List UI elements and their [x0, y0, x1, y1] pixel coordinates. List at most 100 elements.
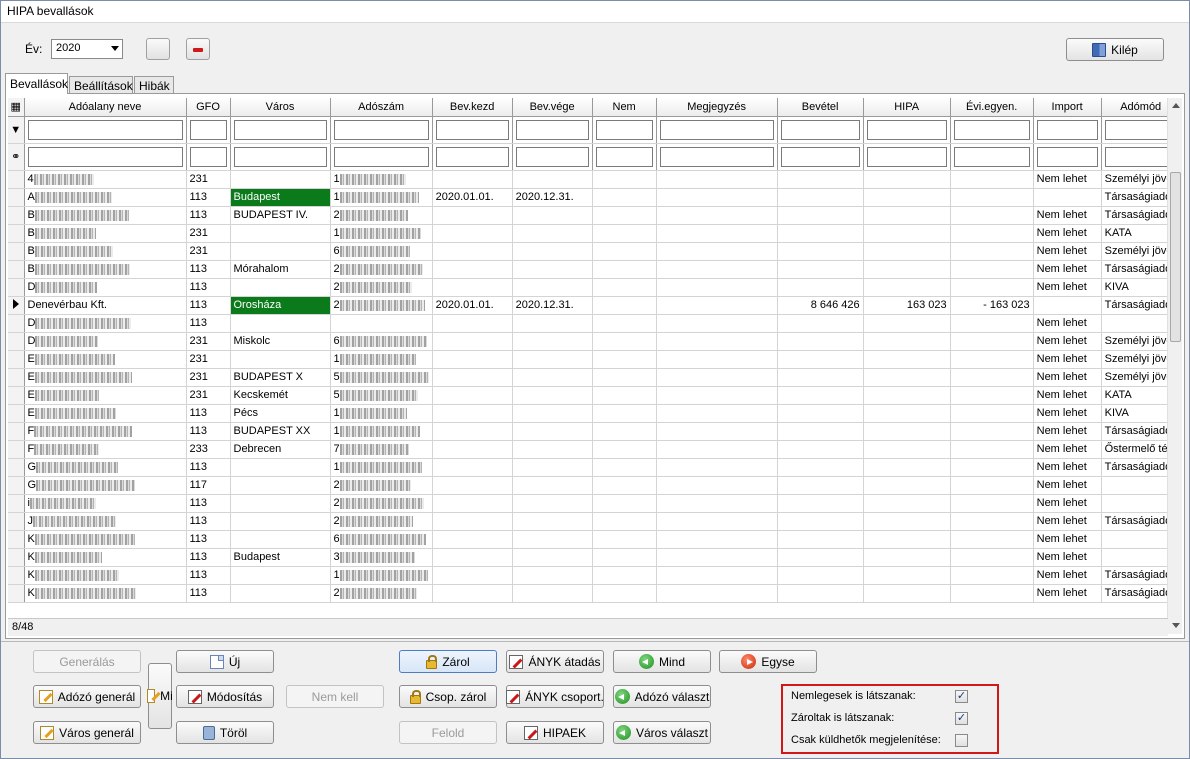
cell-name[interactable]: A	[24, 188, 187, 207]
table-row[interactable]: Denevérbau Kft. 113 Orosháza 2 2020.01.01. 20…	[8, 296, 1181, 315]
cell-hipa[interactable]	[863, 440, 951, 459]
cell-bevetel[interactable]	[777, 458, 864, 477]
table-row[interactable]: K 113 2 Nem lehet Társaságiadó	[8, 584, 1181, 603]
cell-vege[interactable]	[512, 548, 593, 567]
cell-nem[interactable]	[592, 530, 657, 549]
cell-kezd[interactable]	[432, 350, 513, 369]
cell-evi[interactable]	[950, 566, 1034, 585]
cell-bevetel[interactable]	[777, 206, 864, 225]
cell-import[interactable]: Nem lehet	[1033, 368, 1102, 387]
cell-nem[interactable]	[592, 548, 657, 567]
row-indicator[interactable]	[8, 458, 25, 477]
cell-varos[interactable]	[230, 350, 331, 369]
cell-nem[interactable]	[592, 584, 657, 603]
table-row[interactable]: 4 231 1 Nem lehet Személyi jöve	[8, 170, 1181, 189]
cell-nem[interactable]	[592, 440, 657, 459]
filter-input[interactable]	[1036, 119, 1098, 140]
zarol-button[interactable]: Zárol	[399, 650, 497, 673]
cell-gfo[interactable]: 113	[186, 494, 231, 513]
cell-nem[interactable]	[592, 224, 657, 243]
row-indicator[interactable]	[8, 548, 25, 567]
cell-varos[interactable]	[230, 584, 331, 603]
cell-varos[interactable]: BUDAPEST XX	[230, 422, 331, 441]
cell-name[interactable]: B	[24, 242, 187, 261]
cell-nem[interactable]	[592, 314, 657, 333]
cell-kezd[interactable]	[432, 548, 513, 567]
cell-name[interactable]: K	[24, 584, 187, 603]
search-input[interactable]	[780, 146, 860, 167]
cell-adoszam[interactable]: 1	[330, 350, 433, 369]
search-input[interactable]	[595, 146, 653, 167]
cell-nem[interactable]	[592, 278, 657, 297]
tab-beallitasok[interactable]: Beállítások	[69, 76, 133, 94]
cell-vege[interactable]	[512, 170, 593, 189]
cell-megj[interactable]	[656, 278, 778, 297]
table-row[interactable]: D 113 2 Nem lehet KIVA	[8, 278, 1181, 297]
cell-kezd[interactable]	[432, 314, 513, 333]
cell-varos[interactable]	[230, 170, 331, 189]
cell-name[interactable]: B	[24, 206, 187, 225]
cell-name[interactable]: F	[24, 422, 187, 441]
cell-import[interactable]: Nem lehet	[1033, 314, 1102, 333]
cell-gfo[interactable]: 231	[186, 332, 231, 351]
vertical-scrollbar[interactable]	[1167, 98, 1182, 634]
cell-varos[interactable]	[230, 242, 331, 261]
cell-gfo[interactable]: 231	[186, 350, 231, 369]
cell-import[interactable]: Nem lehet	[1033, 512, 1102, 531]
cell-adoszam[interactable]: 5	[330, 386, 433, 405]
cell-gfo[interactable]: 113	[186, 422, 231, 441]
filter-input[interactable]	[780, 119, 860, 140]
cell-gfo[interactable]: 113	[186, 296, 231, 315]
nem-kell-button[interactable]: Nem kell	[286, 685, 384, 708]
scroll-down-icon[interactable]	[1172, 623, 1180, 628]
cell-evi[interactable]	[950, 206, 1034, 225]
filter-input[interactable]	[515, 119, 589, 140]
cell-varos[interactable]: Pécs	[230, 404, 331, 423]
cell-vege[interactable]	[512, 476, 593, 495]
cell-bevetel[interactable]: 8 646 426	[777, 296, 864, 315]
cell-import[interactable]: Nem lehet	[1033, 278, 1102, 297]
filter-input[interactable]	[866, 119, 947, 140]
cell-kezd[interactable]	[432, 224, 513, 243]
search-input[interactable]	[333, 146, 429, 167]
row-indicator[interactable]	[8, 566, 25, 585]
cell-name[interactable]: D	[24, 314, 187, 333]
cell-bevetel[interactable]	[777, 278, 864, 297]
cell-evi[interactable]	[950, 332, 1034, 351]
cell-megj[interactable]	[656, 494, 778, 513]
table-row[interactable]: i 113 2 Nem lehet	[8, 494, 1181, 513]
cell-gfo[interactable]: 113	[186, 278, 231, 297]
cell-hipa[interactable]	[863, 170, 951, 189]
row-indicator[interactable]	[8, 206, 25, 225]
cell-vege[interactable]	[512, 440, 593, 459]
cell-import[interactable]: Nem lehet	[1033, 422, 1102, 441]
column-header[interactable]: Adószám	[330, 98, 433, 117]
cell-evi[interactable]	[950, 242, 1034, 261]
cell-varos[interactable]	[230, 458, 331, 477]
cell-import[interactable]: Nem lehet	[1033, 332, 1102, 351]
cell-hipa[interactable]	[863, 422, 951, 441]
mi-button[interactable]: Mi	[147, 663, 173, 729]
cell-vege[interactable]	[512, 584, 593, 603]
filter-input[interactable]	[189, 119, 227, 140]
table-row[interactable]: K 113 6 Nem lehet	[8, 530, 1181, 549]
cell-megj[interactable]	[656, 260, 778, 279]
row-indicator[interactable]	[8, 440, 25, 459]
search-input[interactable]	[1036, 146, 1098, 167]
cell-vege[interactable]	[512, 386, 593, 405]
cell-import[interactable]: Nem lehet	[1033, 548, 1102, 567]
cell-adoszam[interactable]: 2	[330, 278, 433, 297]
cell-gfo[interactable]: 113	[186, 404, 231, 423]
cell-adoszam[interactable]: 1	[330, 404, 433, 423]
cell-kezd[interactable]	[432, 242, 513, 261]
cell-name[interactable]: B	[24, 224, 187, 243]
cell-nem[interactable]	[592, 332, 657, 351]
cell-name[interactable]: K	[24, 530, 187, 549]
cell-evi[interactable]	[950, 386, 1034, 405]
cell-vege[interactable]	[512, 314, 593, 333]
cell-megj[interactable]	[656, 476, 778, 495]
cell-nem[interactable]	[592, 242, 657, 261]
cell-vege[interactable]: 2020.12.31.	[512, 188, 593, 207]
cell-kezd[interactable]	[432, 332, 513, 351]
cell-bevetel[interactable]	[777, 188, 864, 207]
